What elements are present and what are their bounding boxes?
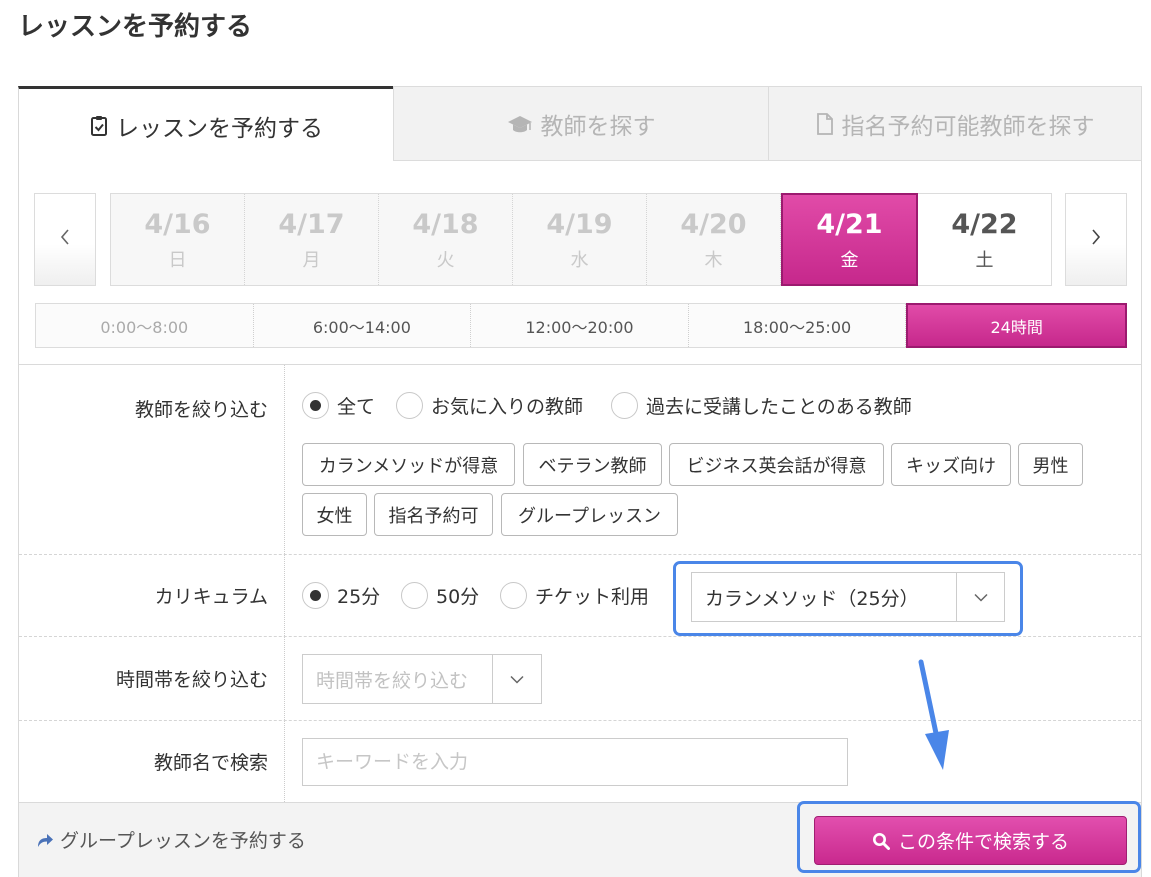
chevron-left-icon xyxy=(59,227,71,252)
weekday-label: 日 xyxy=(168,249,187,271)
radio-label: 全て xyxy=(337,396,376,418)
time-range-option[interactable]: 6:00〜14:00 xyxy=(253,304,472,347)
page-title: レッスンを予約する xyxy=(18,12,253,42)
date-cell-selected[interactable]: 4/21 金 xyxy=(781,193,918,286)
date-label: 4/21 xyxy=(816,208,883,240)
search-button[interactable]: この条件で検索する xyxy=(814,816,1127,865)
weekday-label: 火 xyxy=(436,249,455,271)
time-range-option[interactable]: 18:00〜25:00 xyxy=(688,304,907,347)
tab-label: 指名予約可能教師を探す xyxy=(841,113,1095,140)
radio-favorite-teachers[interactable]: お気に入りの教師 xyxy=(396,392,583,419)
radio-circle xyxy=(396,392,423,419)
teacher-name-input[interactable] xyxy=(302,738,848,786)
date-cell[interactable]: 4/18 火 xyxy=(379,194,513,285)
radio-label: 50分 xyxy=(436,586,480,608)
radio-all-teachers[interactable]: 全て xyxy=(302,392,375,419)
next-week-button[interactable] xyxy=(1065,193,1127,286)
tab-bar: レッスンを予約する 教師を探す 指名予約可能教師を探す xyxy=(18,86,1142,162)
chip-kids[interactable]: キッズ向け xyxy=(891,443,1011,486)
group-lesson-link[interactable]: グループレッスンを予約する xyxy=(36,826,306,853)
date-cell[interactable]: 4/16 日 xyxy=(111,194,245,285)
curriculum-label: カリキュラム xyxy=(19,555,285,636)
tab-find-teacher[interactable]: 教師を探す xyxy=(393,86,769,161)
radio-label: 過去に受講したことのある教師 xyxy=(646,396,912,418)
select-placeholder: 時間帯を絞り込む xyxy=(316,669,469,692)
chip-male[interactable]: 男性 xyxy=(1018,443,1083,486)
radio-circle xyxy=(611,392,638,419)
date-label: 4/18 xyxy=(412,208,479,240)
chip-nominatable[interactable]: 指名予約可 xyxy=(374,493,493,536)
date-cell[interactable]: 4/20 木 xyxy=(647,194,781,285)
search-button-label: この条件で検索する xyxy=(897,831,1069,853)
chip-female[interactable]: 女性 xyxy=(302,493,367,536)
prev-week-button[interactable] xyxy=(34,193,96,286)
date-cell[interactable]: 4/17 月 xyxy=(245,194,379,285)
weekday-label: 土 xyxy=(975,249,994,271)
radio-circle xyxy=(500,582,527,609)
weekday-label: 水 xyxy=(570,249,589,271)
time-range-selector: 0:00〜8:00 6:00〜14:00 12:00〜20:00 18:00〜2… xyxy=(35,303,1127,348)
weekday-label: 木 xyxy=(704,249,723,271)
date-label: 4/20 xyxy=(680,208,747,240)
radio-label: チケット利用 xyxy=(535,586,650,608)
date-selector: 4/16 日 4/17 月 4/18 火 4/19 水 4/20 木 4/21 金 4/22… xyxy=(110,193,1052,286)
time-of-day-row: 時間帯を絞り込む xyxy=(19,636,1141,720)
tab-label: レッスンを予約する xyxy=(116,115,323,142)
search-icon xyxy=(872,832,890,850)
radio-label: 25分 xyxy=(337,586,381,608)
chevron-down-icon xyxy=(956,573,1004,621)
tab-find-nominatable-teacher[interactable]: 指名予約可能教師を探す xyxy=(768,86,1142,161)
clipboard-check-icon xyxy=(90,115,108,137)
weekday-label: 金 xyxy=(840,249,859,271)
time-range-option[interactable]: 0:00〜8:00 xyxy=(36,304,254,347)
select-value: カランメソッド（25分） xyxy=(705,587,919,610)
time-range-option-selected[interactable]: 24時間 xyxy=(906,303,1127,348)
radio-25min[interactable]: 25分 xyxy=(302,582,380,609)
radio-label: お気に入りの教師 xyxy=(431,396,584,418)
document-icon xyxy=(816,112,834,135)
time-range-option[interactable]: 12:00〜20:00 xyxy=(471,304,689,347)
teacher-name-label: 教師名で検索 xyxy=(19,721,285,802)
date-label: 4/22 xyxy=(951,208,1018,240)
curriculum-select[interactable]: カランメソッド（25分） xyxy=(691,572,1005,622)
radio-past-teachers[interactable]: 過去に受講したことのある教師 xyxy=(611,392,912,419)
chevron-right-icon xyxy=(1090,227,1102,252)
graduation-cap-icon xyxy=(507,113,533,135)
radio-circle xyxy=(302,582,329,609)
radio-circle xyxy=(401,582,428,609)
share-arrow-icon xyxy=(36,832,54,848)
chevron-down-icon xyxy=(492,655,541,703)
annotation-arrow-icon xyxy=(918,659,949,770)
radio-50min[interactable]: 50分 xyxy=(401,582,479,609)
chip-veteran[interactable]: ベテラン教師 xyxy=(523,443,662,486)
chip-business-english[interactable]: ビジネス英会話が得意 xyxy=(669,443,884,486)
group-lesson-link-text: グループレッスンを予約する xyxy=(60,830,306,852)
radio-ticket[interactable]: チケット利用 xyxy=(500,582,649,609)
time-of-day-select[interactable]: 時間帯を絞り込む xyxy=(302,654,542,704)
time-of-day-label: 時間帯を絞り込む xyxy=(19,637,285,720)
chip-group-lesson[interactable]: グループレッスン xyxy=(501,493,678,536)
tab-label: 教師を探す xyxy=(540,113,656,140)
date-label: 4/19 xyxy=(546,208,613,240)
date-label: 4/16 xyxy=(144,208,211,240)
date-label: 4/17 xyxy=(278,208,345,240)
tab-book-lesson[interactable]: レッスンを予約する xyxy=(18,86,394,162)
chip-callan-method[interactable]: カランメソッドが得意 xyxy=(302,443,515,486)
date-cell[interactable]: 4/22 土 xyxy=(918,194,1051,285)
date-cell[interactable]: 4/19 水 xyxy=(513,194,647,285)
radio-circle xyxy=(302,392,329,419)
teacher-filter-label: 教師を絞り込む xyxy=(19,365,285,554)
weekday-label: 月 xyxy=(302,249,321,271)
